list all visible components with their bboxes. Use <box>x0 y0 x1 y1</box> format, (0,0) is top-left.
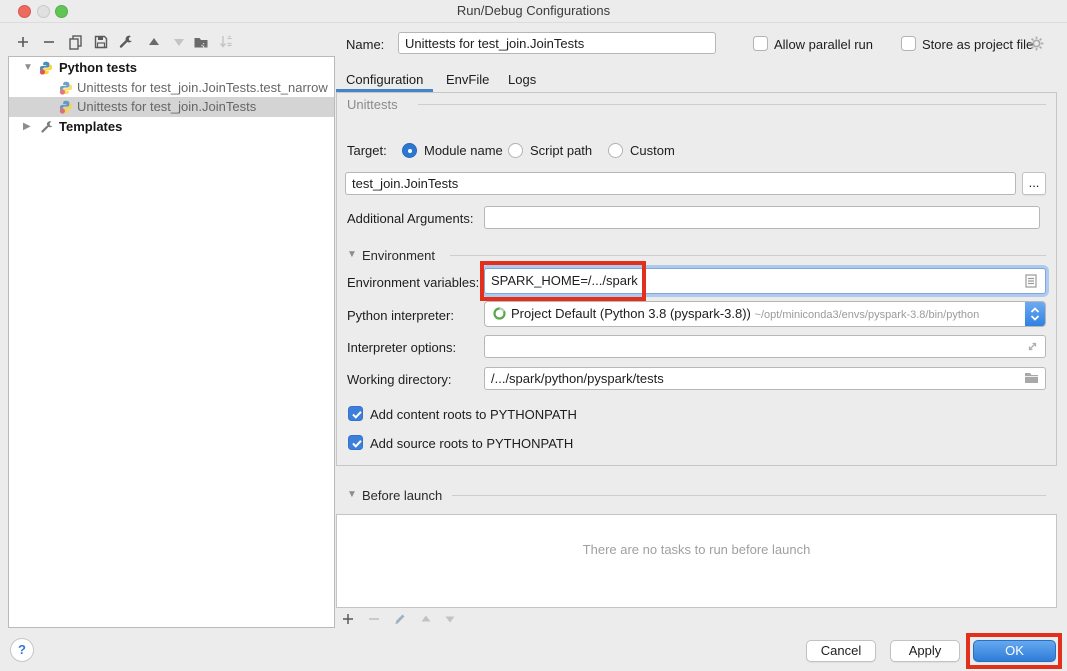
add-source-roots-label: Add source roots to PYTHONPATH <box>370 436 573 452</box>
python-interpreter-value: Project Default (Python 3.8 (pyspark-3.8… <box>511 306 751 321</box>
section-divider <box>450 255 1046 256</box>
tree-item-label: Python tests <box>59 58 137 78</box>
tab-configuration[interactable]: Configuration <box>346 72 423 88</box>
interpreter-options-input[interactable] <box>484 335 1046 358</box>
before-launch-remove-icon[interactable] <box>367 612 381 626</box>
add-content-roots-checkbox[interactable] <box>348 406 363 421</box>
tab-envfile[interactable]: EnvFile <box>446 72 489 88</box>
target-script-path-label: Script path <box>530 143 592 159</box>
python-interpreter-path: ~/opt/miniconda3/envs/pyspark-3.8/bin/py… <box>755 309 980 321</box>
add-configuration-icon[interactable] <box>15 34 31 50</box>
tab-logs[interactable]: Logs <box>508 72 536 88</box>
add-content-roots-label: Add content roots to PYTHONPATH <box>370 407 577 423</box>
unittests-group-title: Unittests <box>347 97 398 113</box>
before-launch-move-up-icon[interactable] <box>419 612 433 626</box>
sort-configurations-icon[interactable] <box>218 34 234 50</box>
environment-section-title: Environment <box>362 248 435 264</box>
gear-icon[interactable] <box>1028 35 1045 52</box>
tree-item-label: Unittests for test_join.JoinTests <box>77 97 256 117</box>
store-as-project-file-checkbox[interactable] <box>901 36 916 51</box>
additional-arguments-label: Additional Arguments: <box>347 211 473 227</box>
remove-configuration-icon[interactable] <box>41 34 57 50</box>
tree-item-unittest-narrow[interactable]: Unittests for test_join.JoinTests.test_n… <box>9 78 334 98</box>
dropdown-chevrons-icon[interactable] <box>1025 301 1045 327</box>
tree-item-python-tests[interactable]: ▼ Python tests <box>9 58 334 78</box>
store-as-project-file-label: Store as project file <box>922 37 1033 53</box>
copy-configuration-icon[interactable] <box>68 34 84 50</box>
tree-item-unittest-jointests-selected[interactable]: Unittests for test_join.JoinTests <box>9 97 334 117</box>
module-name-input[interactable]: test_join.JoinTests <box>345 172 1016 195</box>
target-label: Target: <box>347 143 387 159</box>
add-source-roots-checkbox[interactable] <box>348 435 363 450</box>
additional-arguments-input[interactable] <box>484 206 1040 229</box>
working-directory-input[interactable]: /.../spark/python/pyspark/tests <box>484 367 1046 390</box>
ok-button[interactable]: OK <box>973 640 1056 662</box>
target-module-name-radio[interactable] <box>402 143 417 158</box>
move-up-icon[interactable] <box>146 34 162 50</box>
chevron-down-icon[interactable]: ▼ <box>23 58 33 78</box>
before-launch-section-title: Before launch <box>362 488 442 504</box>
working-directory-label: Working directory: <box>347 372 452 388</box>
save-configuration-icon[interactable] <box>93 34 109 50</box>
tree-item-label: Unittests for test_join.JoinTests.test_n… <box>77 78 328 98</box>
group-divider <box>418 104 1046 105</box>
target-custom-label: Custom <box>630 143 675 159</box>
title-bar: Run/Debug Configurations <box>0 0 1067 23</box>
window-title: Run/Debug Configurations <box>0 3 1067 18</box>
configurations-tree: ▼ Python tests Unittests for test_join.J… <box>8 56 335 628</box>
target-custom-radio[interactable] <box>608 143 623 158</box>
name-label: Name: <box>346 37 384 53</box>
environment-section-chevron-icon[interactable]: ▼ <box>347 249 357 260</box>
interpreter-options-label: Interpreter options: <box>347 340 456 356</box>
before-launch-empty-message: There are no tasks to run before launch <box>336 542 1057 557</box>
python-interpreter-label: Python interpreter: <box>347 308 454 324</box>
before-launch-add-icon[interactable] <box>341 612 355 626</box>
target-script-path-radio[interactable] <box>508 143 523 158</box>
tree-item-label: Templates <box>59 117 122 137</box>
python-test-icon <box>59 100 73 114</box>
tree-item-templates[interactable]: ▶ Templates <box>9 117 334 137</box>
allow-parallel-run-checkbox[interactable] <box>753 36 768 51</box>
python-tests-icon <box>39 61 53 75</box>
new-folder-icon[interactable] <box>193 34 209 50</box>
name-input[interactable]: Unittests for test_join.JoinTests <box>398 32 716 54</box>
edit-environment-variables-icon[interactable] <box>1024 274 1038 288</box>
before-launch-chevron-icon[interactable]: ▼ <box>347 489 357 500</box>
python-interpreter-select[interactable]: Project Default (Python 3.8 (pyspark-3.8… <box>484 301 1046 327</box>
section-divider <box>452 495 1046 496</box>
before-launch-edit-icon[interactable] <box>393 612 407 626</box>
move-down-icon[interactable] <box>171 34 187 50</box>
environment-variables-input[interactable]: SPARK_HOME=/.../spark <box>484 268 1046 294</box>
edit-templates-icon[interactable] <box>118 34 134 50</box>
templates-wrench-icon <box>40 120 54 134</box>
folder-icon[interactable] <box>1024 371 1039 385</box>
chevron-right-icon[interactable]: ▶ <box>23 117 31 137</box>
before-launch-task-list <box>336 514 1057 608</box>
before-launch-move-down-icon[interactable] <box>443 612 457 626</box>
conda-environment-icon <box>492 306 507 321</box>
allow-parallel-run-label: Allow parallel run <box>774 37 873 53</box>
apply-button[interactable]: Apply <box>890 640 960 662</box>
expand-field-icon[interactable] <box>1026 340 1039 353</box>
cancel-button[interactable]: Cancel <box>806 640 876 662</box>
help-button[interactable]: ? <box>10 638 34 662</box>
python-test-icon <box>59 81 73 95</box>
run-debug-configurations-dialog: Run/Debug Configurations ▼ Python tests … <box>0 0 1067 671</box>
target-module-name-label: Module name <box>424 143 503 159</box>
browse-module-button[interactable]: ... <box>1022 172 1046 195</box>
environment-variables-label: Environment variables: <box>347 275 479 291</box>
